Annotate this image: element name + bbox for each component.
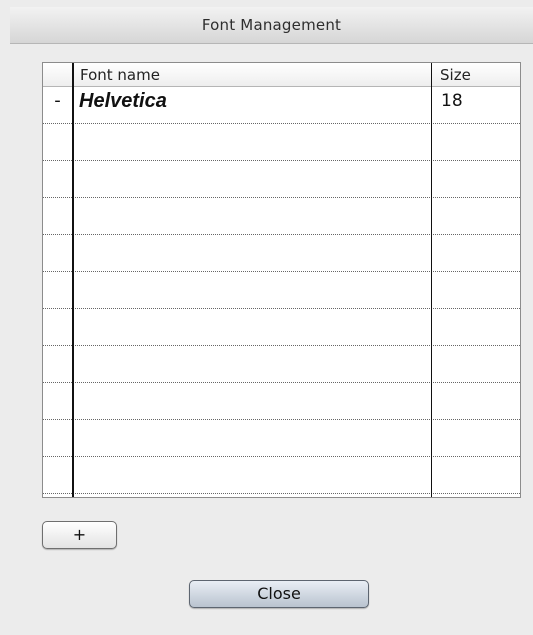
column-header-size[interactable]: Size <box>440 66 471 84</box>
table-row[interactable] <box>43 161 520 198</box>
table-row[interactable] <box>43 420 520 457</box>
remove-font-button[interactable]: - <box>43 90 72 111</box>
font-size-cell[interactable]: 18 <box>441 91 463 111</box>
table-row[interactable]: - Helvetica 18 <box>43 87 520 124</box>
table-row[interactable] <box>43 383 520 420</box>
close-button[interactable]: Close <box>189 580 369 608</box>
table-row[interactable] <box>43 346 520 383</box>
column-header-font-name[interactable]: Font name <box>80 66 160 84</box>
font-management-window: Font Management Font name Size - Helvetic… <box>0 0 533 635</box>
font-name-cell[interactable]: Helvetica <box>79 90 167 113</box>
window-title: Font Management <box>201 16 342 34</box>
table-row[interactable] <box>43 309 520 346</box>
add-font-button[interactable]: + <box>42 521 117 549</box>
title-bar[interactable]: Font Management <box>10 7 533 44</box>
column-divider-size <box>431 63 432 497</box>
table-row[interactable] <box>43 198 520 235</box>
column-divider-remove <box>72 63 74 497</box>
table-row[interactable] <box>43 235 520 272</box>
table-row[interactable] <box>43 457 520 494</box>
table-row[interactable] <box>43 272 520 309</box>
table-header: Font name Size <box>43 63 520 87</box>
table-row[interactable] <box>43 124 520 161</box>
font-table: Font name Size - Helvetica 18 <box>42 62 521 498</box>
